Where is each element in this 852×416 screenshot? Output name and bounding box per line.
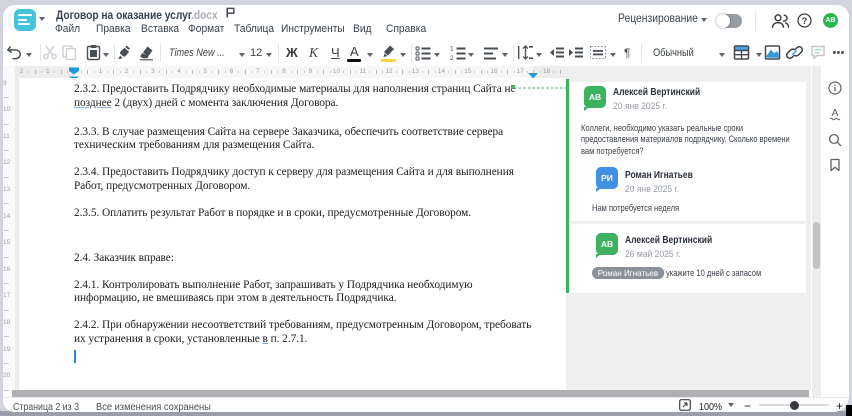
svg-text:2: 2 — [450, 55, 454, 61]
svg-text:1: 1 — [450, 46, 454, 53]
svg-text:А: А — [831, 107, 838, 119]
svg-text:?: ? — [802, 16, 808, 26]
